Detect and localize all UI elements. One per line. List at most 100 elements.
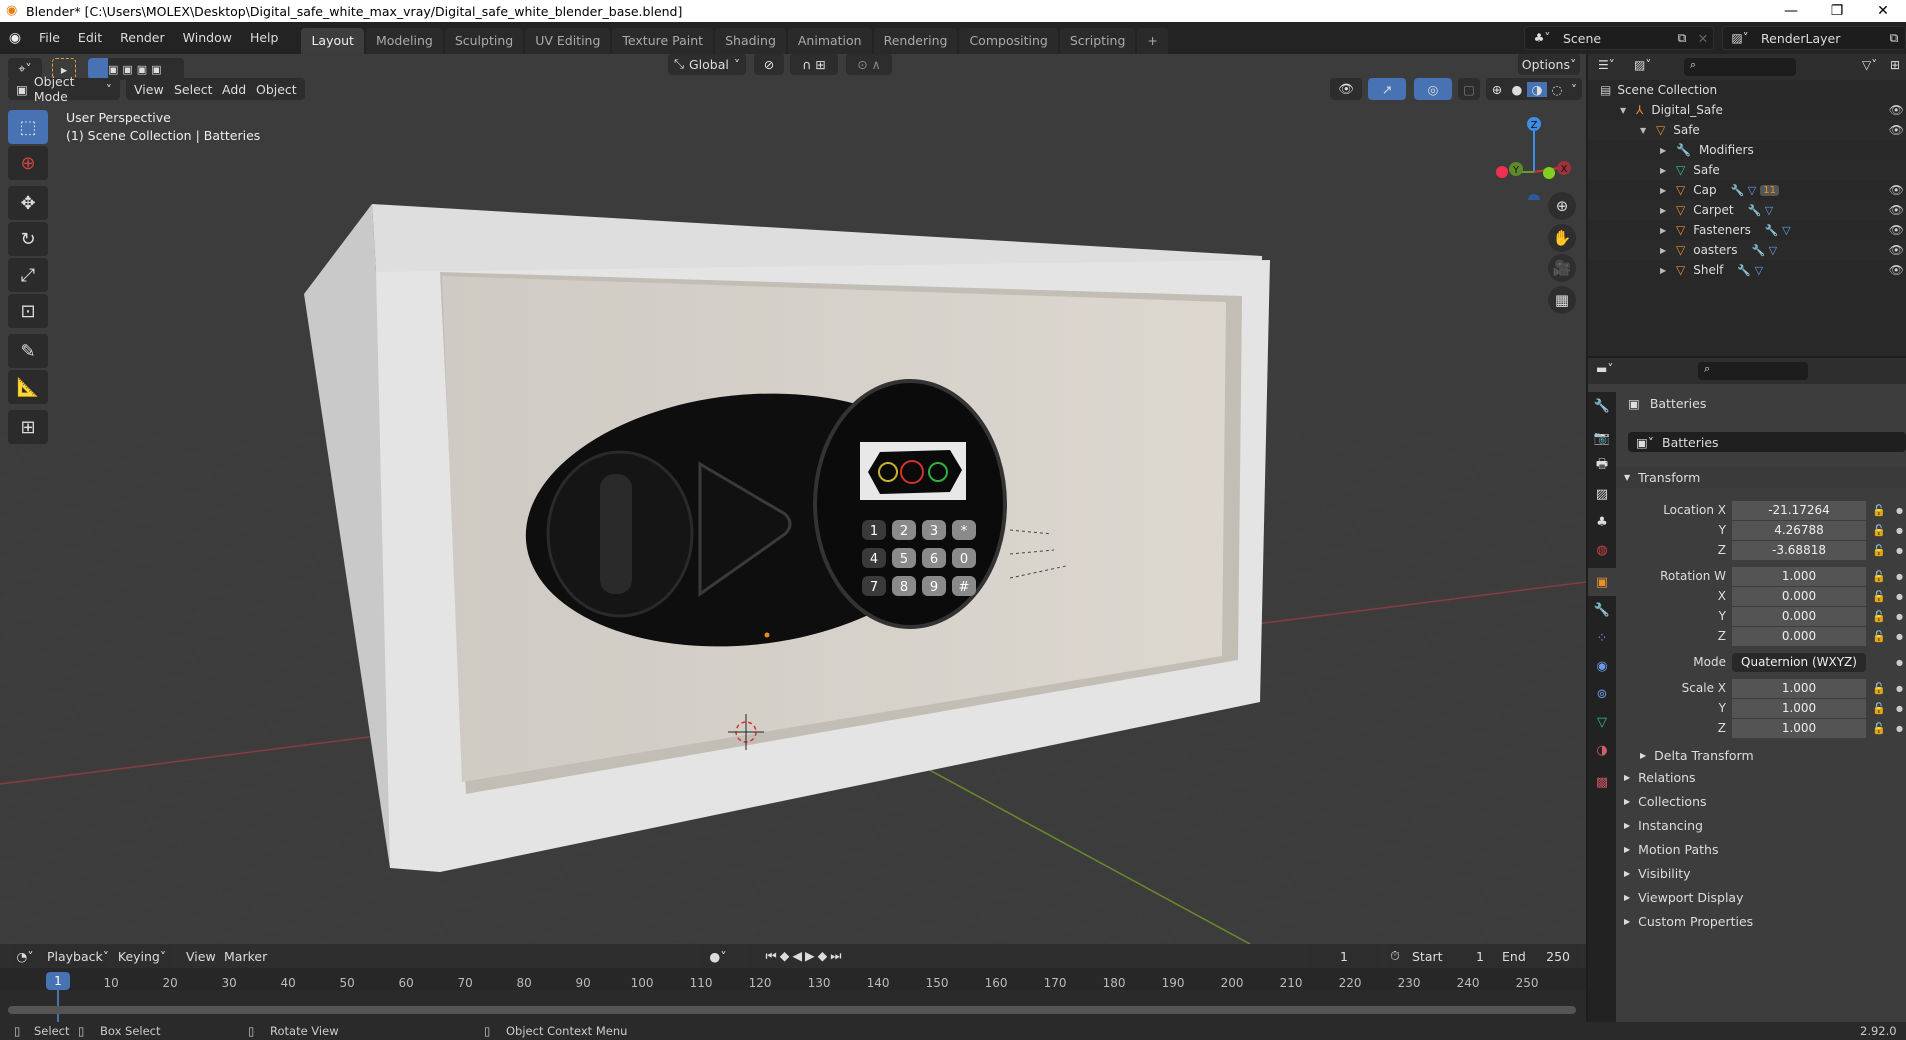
- panel-visibility[interactable]: ▶ Visibility: [1616, 862, 1906, 884]
- scale-x-field[interactable]: 1.000: [1732, 678, 1866, 698]
- ortho-toggle-icon[interactable]: ▦: [1548, 286, 1576, 314]
- panel-viewport-display[interactable]: ▶ Viewport Display: [1616, 886, 1906, 908]
- rotation-z-field[interactable]: 0.000: [1732, 626, 1866, 646]
- scale-tool[interactable]: ⤢: [8, 258, 48, 292]
- texture-tab-icon[interactable]: ▩: [1588, 768, 1616, 796]
- tab-compositing[interactable]: Compositing: [959, 28, 1058, 54]
- tab-texture-paint[interactable]: Texture Paint: [612, 28, 714, 54]
- scene-tab-icon[interactable]: ♣: [1588, 508, 1616, 536]
- menu-file[interactable]: File: [30, 25, 69, 51]
- modifier-data-icons[interactable]: 🔧 ▽: [1765, 224, 1791, 237]
- auto-keying-button[interactable]: ●˅: [700, 945, 736, 967]
- menu-help[interactable]: Help: [241, 25, 288, 51]
- preview-range-icon[interactable]: ⏱: [1386, 945, 1404, 967]
- lock-icon[interactable]: 🔓: [1872, 610, 1886, 623]
- collapse-icon[interactable]: ▼: [1640, 126, 1650, 135]
- outliner-search-input[interactable]: ⌕: [1684, 58, 1796, 76]
- menu-view[interactable]: View: [126, 78, 172, 100]
- modifier-data-icons[interactable]: 🔧 ▽: [1748, 204, 1774, 217]
- scene-collection-row[interactable]: ▤ Scene Collection: [1588, 80, 1906, 100]
- pan-view-icon[interactable]: ✋: [1548, 224, 1576, 252]
- outliner-item[interactable]: ▶ ▽ oasters 🔧 ▽ 👁: [1588, 240, 1906, 260]
- keyframe-dot-icon[interactable]: ●: [1896, 632, 1903, 641]
- lock-icon[interactable]: 🔓: [1872, 722, 1886, 735]
- expand-icon[interactable]: ▶: [1660, 146, 1670, 155]
- properties-search-input[interactable]: ⌕: [1698, 362, 1808, 380]
- scale-y-field[interactable]: 1.000: [1732, 698, 1866, 718]
- maximize-icon[interactable]: ❐: [1814, 0, 1860, 22]
- panel-collections[interactable]: ▶ Collections: [1616, 790, 1906, 812]
- modifier-tab-icon[interactable]: 🔧: [1588, 596, 1616, 624]
- menu-object[interactable]: Object: [248, 78, 305, 100]
- timeline-editor-type-icon[interactable]: ◔˅: [10, 945, 40, 967]
- expand-icon[interactable]: ▶: [1660, 206, 1670, 215]
- menu-select[interactable]: Select: [166, 78, 221, 100]
- outliner-item[interactable]: ▶ ▽ Fasteners 🔧 ▽ 👁: [1588, 220, 1906, 240]
- outliner-item[interactable]: ▶ ▽ Shelf 🔧 ▽ 👁: [1588, 260, 1906, 280]
- expand-icon[interactable]: ▶: [1660, 186, 1670, 195]
- selection-mode-group[interactable]: ▣▣▣▣: [88, 58, 184, 80]
- physics-tab-icon[interactable]: ◉: [1588, 652, 1616, 680]
- options-button[interactable]: Options ˅: [1518, 54, 1580, 75]
- filter-view-layer-icon[interactable]: ▨˅: [1634, 58, 1651, 72]
- timeline-scrollbar[interactable]: [8, 1006, 1576, 1014]
- object-tab-icon[interactable]: ▣: [1588, 568, 1616, 596]
- panel-instancing[interactable]: ▶ Instancing: [1616, 814, 1906, 836]
- zoom-view-icon[interactable]: ⊕: [1548, 192, 1576, 220]
- navigation-gizmo[interactable]: Z X Y: [1494, 110, 1574, 200]
- object-name-field[interactable]: ▣˅ Batteries: [1628, 432, 1906, 452]
- mesh-data-tab-icon[interactable]: ▽: [1588, 708, 1616, 736]
- menu-marker[interactable]: Marker: [216, 945, 275, 967]
- keyframe-dot-icon[interactable]: ●: [1896, 684, 1903, 693]
- outliner-item[interactable]: ▶ ▽ Safe: [1588, 160, 1906, 180]
- 3d-viewport[interactable]: 1 2 3 * 4 5 6 0 7 8 9 # ⌖˅ ▸ ▣▣▣▣ ▣ Object Mode ˅ Vie…: [0, 54, 1586, 944]
- location-y-field[interactable]: 4.26788: [1732, 520, 1866, 540]
- visibility-eye-icon[interactable]: 👁: [1889, 263, 1904, 277]
- lock-icon[interactable]: 🔓: [1872, 702, 1886, 715]
- rotation-mode-field[interactable]: Quaternion (WXYZ): [1732, 652, 1866, 672]
- scene-selector[interactable]: ♣˅ Scene ⧉ ✕: [1524, 26, 1714, 50]
- add-workspace-button[interactable]: +: [1137, 28, 1168, 54]
- tab-scripting[interactable]: Scripting: [1059, 28, 1136, 54]
- modifier-data-icons[interactable]: 🔧 ▽: [1737, 264, 1763, 277]
- add-cube-tool[interactable]: ⊞: [8, 410, 48, 444]
- outliner-item[interactable]: ▼ ⅄ Digital_Safe 👁: [1588, 100, 1906, 120]
- output-tab-icon[interactable]: 🖶: [1588, 452, 1616, 480]
- render-tab-icon[interactable]: 📷: [1588, 424, 1616, 452]
- view-layer-selector[interactable]: ▨˅ RenderLayer ⧉: [1722, 26, 1906, 50]
- panel-custom-properties[interactable]: ▶ Custom Properties: [1616, 910, 1906, 932]
- keyframe-dot-icon[interactable]: ●: [1896, 572, 1903, 581]
- menu-window[interactable]: Window: [174, 25, 241, 51]
- annotate-tool[interactable]: ✎: [8, 334, 48, 368]
- outliner-item[interactable]: ▼ ▽ Safe 👁: [1588, 120, 1906, 140]
- outliner-item[interactable]: ▶ 🔧 Modifiers: [1588, 140, 1906, 160]
- particles-tab-icon[interactable]: ⁘: [1588, 624, 1616, 652]
- rotation-x-field[interactable]: 0.000: [1732, 586, 1866, 606]
- filter-icon[interactable]: ▽˅: [1862, 58, 1877, 72]
- expand-icon[interactable]: ▶: [1660, 266, 1670, 275]
- copy-view-layer-icon[interactable]: ⧉: [1883, 30, 1905, 46]
- proportional-edit-button[interactable]: ⊙ ∧: [846, 54, 892, 75]
- display-mode-icon[interactable]: ☰˅: [1598, 58, 1615, 72]
- expand-icon[interactable]: ▶: [1660, 226, 1670, 235]
- material-shading-icon[interactable]: ◑: [1527, 81, 1547, 97]
- lock-icon[interactable]: 🔓: [1872, 524, 1886, 537]
- solid-shading-icon[interactable]: ●: [1507, 82, 1527, 97]
- wireframe-shading-icon[interactable]: ⊕: [1487, 82, 1507, 97]
- visibility-eye-icon[interactable]: 👁: [1889, 103, 1904, 117]
- snap-button[interactable]: ∩ ⊞: [790, 54, 838, 75]
- collapse-icon[interactable]: ▼: [1620, 106, 1630, 115]
- keyframe-dot-icon[interactable]: ●: [1896, 546, 1903, 555]
- visibility-eye-icon[interactable]: 👁: [1889, 203, 1904, 217]
- keyframe-dot-icon[interactable]: ●: [1896, 612, 1903, 621]
- menu-keying[interactable]: Keying ˅: [112, 945, 172, 967]
- start-frame-field[interactable]: Start 1: [1404, 945, 1492, 967]
- keyframe-dot-icon[interactable]: ●: [1896, 704, 1903, 713]
- expand-icon[interactable]: ▶: [1660, 246, 1670, 255]
- tab-layout[interactable]: Layout: [301, 28, 364, 54]
- playhead[interactable]: 1: [46, 972, 70, 990]
- modifier-data-icons[interactable]: 🔧 ▽: [1731, 184, 1757, 197]
- tab-shading[interactable]: Shading: [715, 28, 786, 54]
- visibility-eye-icon[interactable]: 👁: [1889, 243, 1904, 257]
- rendered-shading-icon[interactable]: ◌: [1547, 82, 1567, 97]
